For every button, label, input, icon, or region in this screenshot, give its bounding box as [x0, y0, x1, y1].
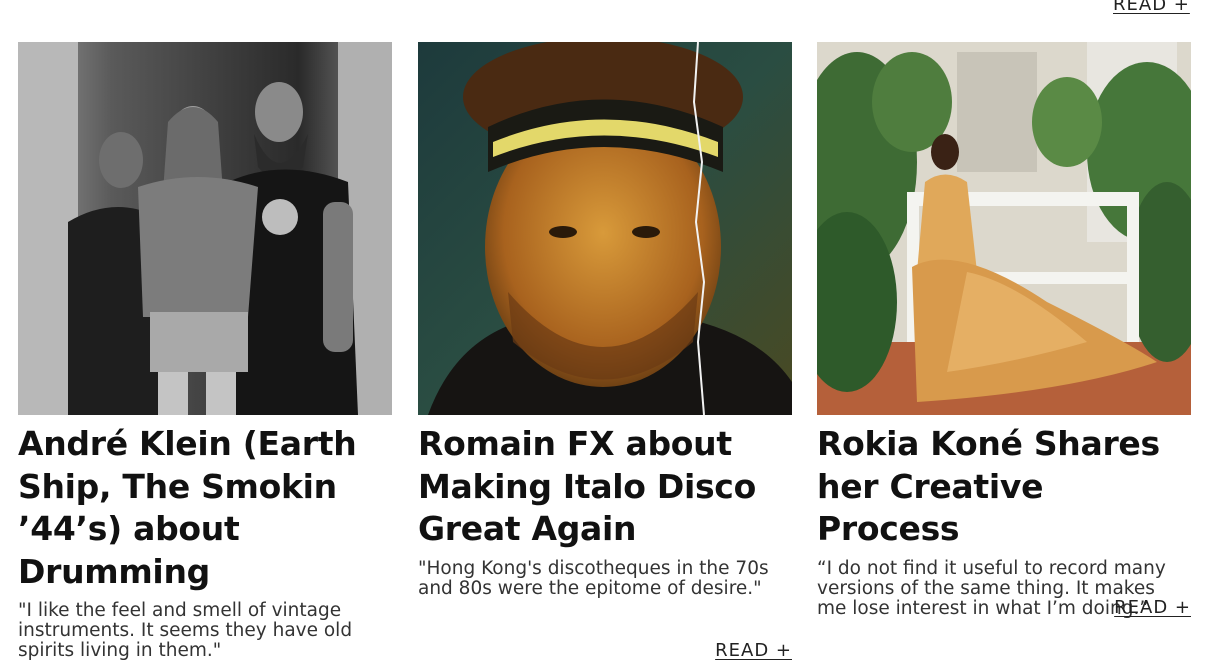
read-more-link[interactable]: READ + — [1114, 597, 1191, 618]
read-more-link[interactable]: READ + — [715, 640, 792, 660]
garden-portrait-photo-icon — [817, 42, 1191, 415]
article-image-portrait[interactable] — [418, 42, 792, 415]
article-quote: "I like the feel and smell of vintage in… — [18, 600, 353, 660]
article-title[interactable]: André Klein (Earth Ship, The Smokin ’44’… — [18, 423, 392, 593]
band-photo-icon — [18, 42, 392, 415]
article-title[interactable]: Romain FX about Making Italo Disco Great… — [418, 423, 792, 551]
article-card-3: Rokia Koné Shares her Creative Process “… — [817, 42, 1191, 619]
portrait-photo-icon — [418, 42, 792, 415]
article-image-band[interactable] — [18, 42, 392, 415]
article-title[interactable]: Rokia Koné Shares her Creative Process — [817, 423, 1191, 551]
article-grid: READ + André Klein (Earth Ship, The Smok… — [0, 0, 1220, 660]
article-quote: "Hong Kong's discotheques in the 70s and… — [418, 557, 769, 599]
article-card-1: André Klein (Earth Ship, The Smokin ’44’… — [18, 42, 392, 660]
read-more-link-top[interactable]: READ + — [1113, 0, 1190, 15]
article-image-garden[interactable] — [817, 42, 1191, 415]
article-card-2: Romain FX about Making Italo Disco Great… — [418, 42, 792, 660]
